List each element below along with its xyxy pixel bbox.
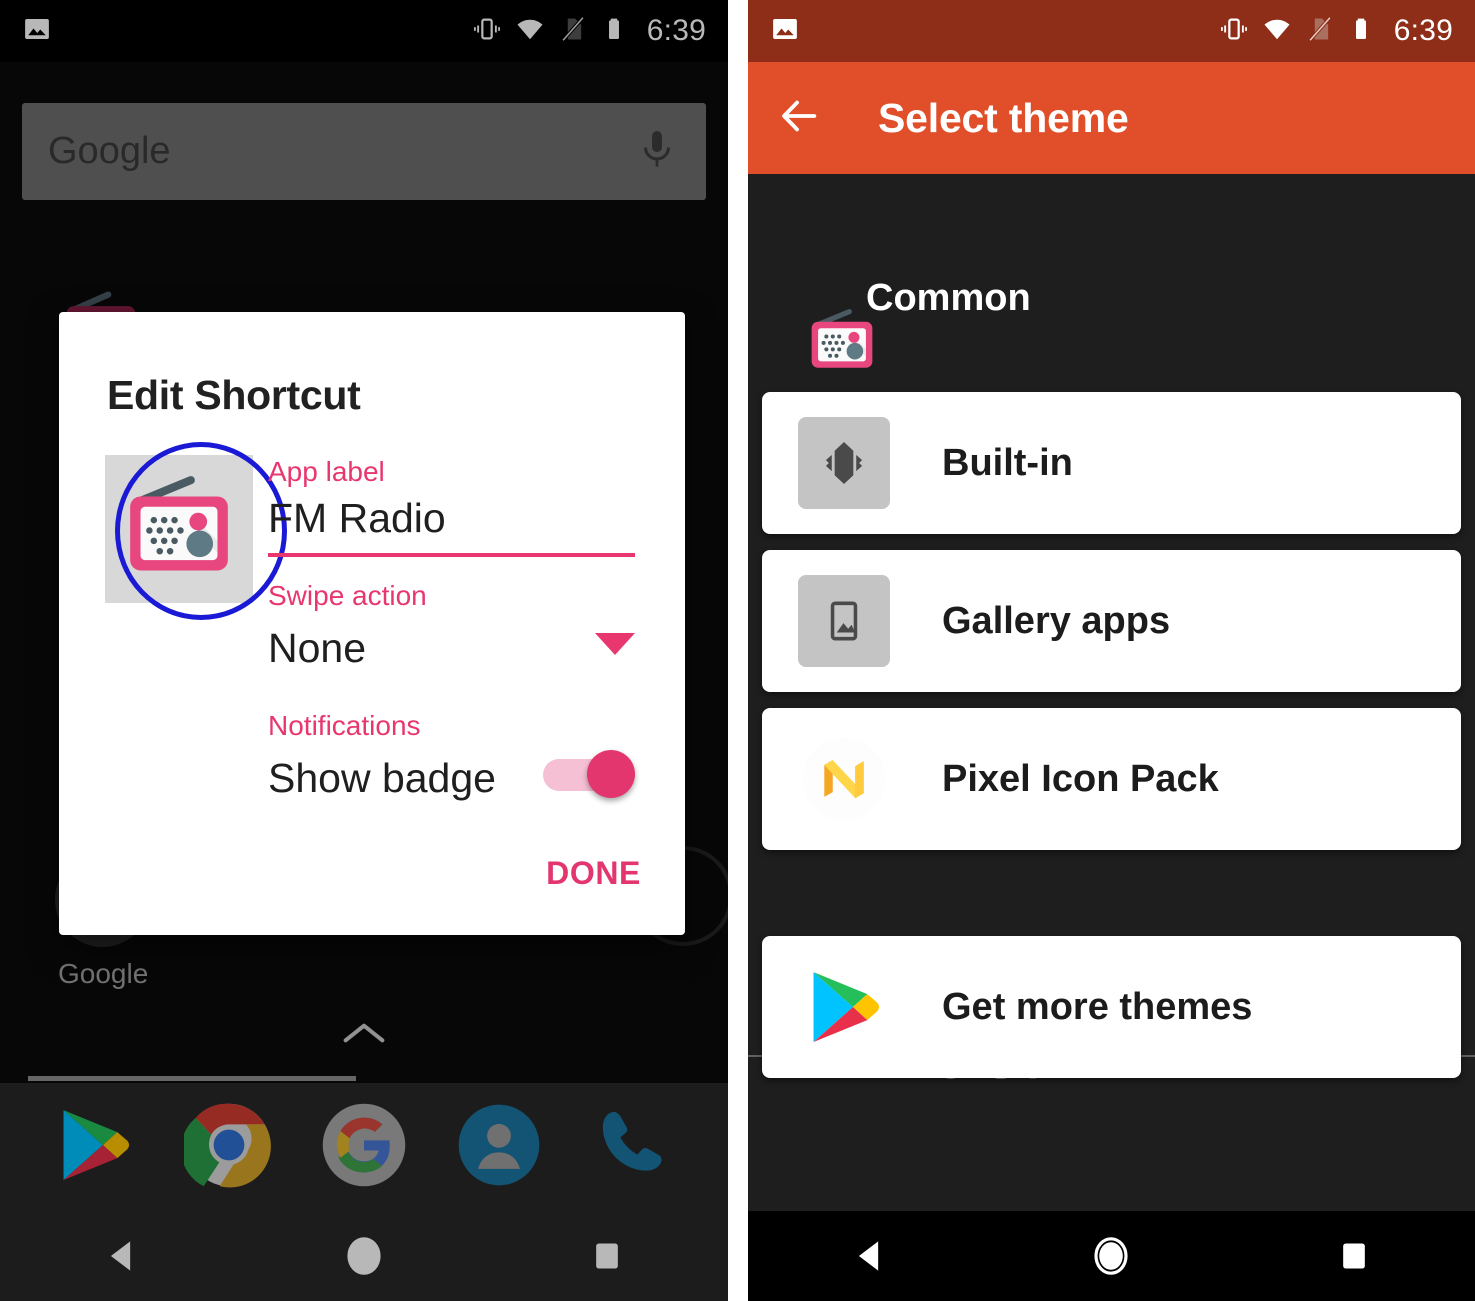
status-bar-clock-right: 6:39 <box>1393 14 1453 47</box>
no-sim-icon <box>1306 15 1334 48</box>
app-bar: Select theme <box>748 62 1475 174</box>
theme-card-built-in[interactable]: Built-in <box>762 392 1461 534</box>
notifications-caption: Notifications <box>268 710 421 741</box>
theme-card-pixel-icon-pack[interactable]: Pixel Icon Pack <box>762 708 1461 850</box>
dialog-title: Edit Shortcut <box>107 372 361 418</box>
wifi-icon <box>1262 14 1292 49</box>
toggle-thumb <box>587 749 635 798</box>
status-bar-right: 6:39 <box>748 0 1475 62</box>
notifications-section: Notifications Show badge <box>268 712 635 801</box>
theme-card-get-more-themes[interactable]: Get more themes <box>762 936 1461 1078</box>
theme-list-body: Common Built-in Gallery apps Pixel Icon … <box>748 174 1475 1273</box>
status-bar-system-icons-right: 6:39 <box>1220 14 1453 49</box>
nougat-n-icon <box>798 733 890 825</box>
app-label-caption: App label <box>268 456 385 487</box>
chevron-down-icon[interactable] <box>595 632 635 655</box>
status-bar-notifications-right <box>770 14 800 49</box>
gallery-icon <box>798 575 890 667</box>
play-store-icon <box>798 961 890 1053</box>
app-label-value[interactable]: FM Radio <box>268 495 635 541</box>
dialog-app-icon[interactable] <box>105 455 253 603</box>
section-title-common: Common <box>866 277 1031 319</box>
back-icon[interactable] <box>814 1226 924 1286</box>
swipe-action-value[interactable]: None <box>268 625 366 671</box>
show-badge-label: Show badge <box>268 755 496 801</box>
theme-card-label: Pixel Icon Pack <box>942 757 1219 800</box>
fm-radio-icon <box>105 476 253 607</box>
battery-icon <box>1348 16 1374 47</box>
left-phone-screen: 6:39 Google Google Edit Shortcut App lab… <box>0 0 728 1301</box>
right-phone-screen: 6:39 Select theme Common Built-in Galler… <box>748 0 1475 1301</box>
show-badge-toggle[interactable] <box>543 749 635 798</box>
theme-card-label: Built-in <box>942 441 1073 484</box>
vibrate-icon <box>1220 15 1248 48</box>
fm-radio-icon <box>796 309 888 392</box>
app-label-field[interactable]: App label FM Radio <box>268 456 635 558</box>
theme-card-gallery-apps[interactable]: Gallery apps <box>762 550 1461 692</box>
theme-card-label: Gallery apps <box>942 599 1171 642</box>
recents-icon[interactable] <box>1299 1226 1409 1286</box>
arrow-back-icon[interactable] <box>776 93 822 144</box>
app-bar-title: Select theme <box>878 94 1129 141</box>
app-label-underline <box>268 553 635 558</box>
swipe-action-caption: Swipe action <box>268 580 427 611</box>
done-button[interactable]: DONE <box>546 855 641 892</box>
edit-shortcut-dialog: Edit Shortcut App label FM Radio Swipe a… <box>59 312 685 935</box>
screenshot-root: 6:39 Google Google Edit Shortcut App lab… <box>0 0 1475 1301</box>
swipe-action-field[interactable]: Swipe action None <box>268 582 635 671</box>
adaptive-shape-icon <box>798 417 890 509</box>
home-icon[interactable] <box>1056 1226 1166 1286</box>
theme-card-label: Get more themes <box>942 985 1253 1028</box>
theme-cards: Built-in Gallery apps Pixel Icon Pack Ge… <box>748 392 1475 1094</box>
navigation-bar-right <box>748 1211 1475 1301</box>
photo-icon <box>770 14 800 49</box>
theme-preview-icon <box>796 296 888 393</box>
